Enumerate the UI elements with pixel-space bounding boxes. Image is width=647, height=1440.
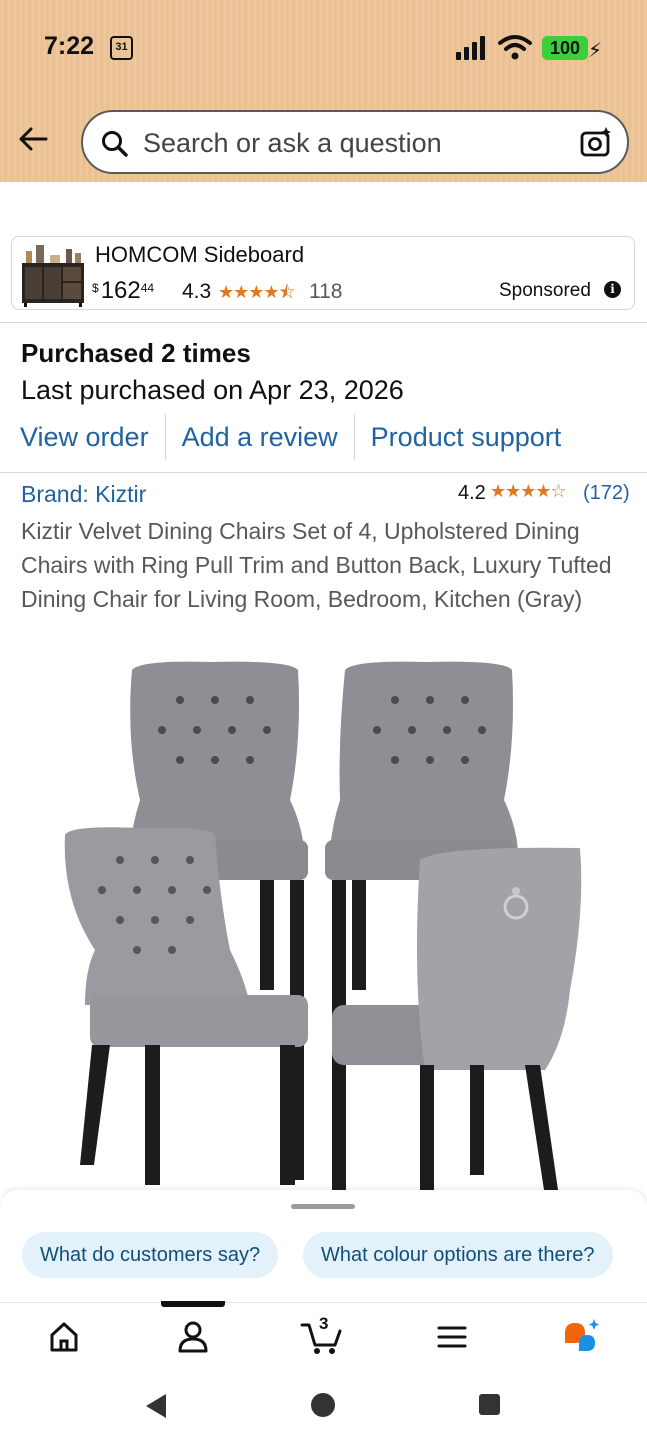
- search-icon: [102, 131, 128, 157]
- ad-title: HOMCOM Sideboard: [95, 242, 305, 267]
- app-screen: 7:22 31 100 ⚡ Search or ask a question H…: [0, 0, 647, 1440]
- charging-icon: ⚡: [588, 40, 603, 62]
- system-back-icon[interactable]: [146, 1394, 166, 1418]
- purchase-actions: View order Add a review Product support: [20, 414, 577, 460]
- product-support-link[interactable]: Product support: [353, 414, 578, 460]
- battery-level: 100: [542, 36, 588, 60]
- system-recents-icon[interactable]: [479, 1394, 500, 1415]
- view-order-link[interactable]: View order: [20, 414, 165, 460]
- ad-price: $16244: [92, 277, 154, 305]
- product-rating-count[interactable]: (172): [583, 482, 630, 505]
- sheet-drag-handle[interactable]: [291, 1204, 355, 1209]
- purchased-count: Purchased 2 times: [21, 338, 251, 368]
- product-image[interactable]: [40, 650, 610, 1195]
- menu-icon[interactable]: [432, 1317, 472, 1357]
- price-currency: $: [92, 281, 99, 295]
- status-bar: 7:22 31 100 ⚡: [0, 0, 647, 96]
- ad-rating-count: 118: [309, 280, 343, 303]
- suggestions-sheet: What do customers say? What colour optio…: [0, 1190, 647, 1302]
- back-arrow-icon[interactable]: [16, 122, 50, 156]
- info-icon[interactable]: i: [604, 281, 621, 298]
- sponsored-label: Sponsored: [499, 280, 591, 301]
- cart-button[interactable]: 3: [300, 1314, 342, 1357]
- last-purchased-date: Last purchased on Apr 23, 2026: [21, 375, 404, 405]
- sideboard-thumbnail: [22, 245, 84, 307]
- rufus-assistant-icon[interactable]: [561, 1317, 601, 1357]
- cart-count: 3: [319, 1314, 329, 1333]
- brand-link[interactable]: Brand: Kiztir: [21, 481, 146, 508]
- suggestion-chip[interactable]: What do customers say?: [22, 1232, 279, 1278]
- calendar-icon: 31: [110, 36, 133, 60]
- suggestion-chip[interactable]: What colour options are there?: [303, 1232, 613, 1278]
- wifi-icon: [498, 35, 532, 60]
- price-whole: 162: [100, 277, 141, 304]
- price-fraction: 44: [140, 281, 155, 295]
- sponsored-ad-card[interactable]: HOMCOM Sideboard $16244 4.3 ★★★★⯪ 118 Sp…: [11, 236, 635, 310]
- ad-stars: ★★★★⯪: [218, 282, 296, 302]
- add-review-link[interactable]: Add a review: [164, 414, 354, 460]
- search-bar[interactable]: Search or ask a question: [81, 110, 629, 174]
- active-tab-indicator: [161, 1301, 225, 1307]
- camera-search-icon[interactable]: [579, 126, 613, 160]
- account-icon[interactable]: [173, 1317, 213, 1357]
- home-icon[interactable]: [44, 1317, 84, 1357]
- status-time: 7:22: [44, 32, 95, 60]
- product-rating: 4.2: [458, 482, 486, 504]
- system-home-icon[interactable]: [311, 1393, 335, 1417]
- ad-rating: 4.3: [182, 280, 212, 303]
- product-stars[interactable]: ★★★★☆: [490, 481, 567, 502]
- signal-icon: [456, 36, 490, 60]
- divider: [0, 322, 647, 323]
- search-input[interactable]: Search or ask a question: [143, 128, 442, 159]
- header: 7:22 31 100 ⚡ Search or ask a question: [0, 0, 647, 182]
- product-title[interactable]: Kiztir Velvet Dining Chairs Set of 4, Up…: [21, 514, 633, 616]
- system-nav-bar: [0, 1372, 647, 1440]
- bottom-nav: 3: [0, 1301, 647, 1372]
- divider: [0, 472, 647, 473]
